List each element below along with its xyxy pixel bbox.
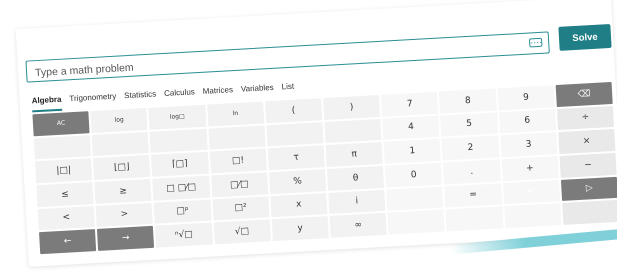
- key-4-8[interactable]: ↵: [502, 179, 560, 205]
- key-2-2[interactable]: ⌈□⌉: [151, 151, 209, 177]
- key-3-2[interactable]: □ □⁄□: [152, 175, 210, 201]
- key-3-4[interactable]: %: [268, 169, 327, 194]
- key-5-6[interactable]: [387, 209, 446, 235]
- key-0-0[interactable]: AC: [32, 111, 90, 136]
- key-3-8[interactable]: +: [501, 156, 559, 181]
- key-0-7[interactable]: 8: [439, 88, 497, 114]
- key-3-5[interactable]: θ: [326, 165, 385, 191]
- key-2-0[interactable]: |□|: [35, 158, 93, 184]
- key-2-8[interactable]: 3: [499, 132, 558, 158]
- key-1-8[interactable]: 6: [498, 108, 556, 134]
- key-0-8[interactable]: 9: [497, 85, 555, 111]
- key-4-4[interactable]: x: [270, 192, 328, 218]
- tab-algebra[interactable]: Algebra: [31, 94, 63, 113]
- tab-statistics[interactable]: Statistics: [124, 89, 157, 107]
- solve-button[interactable]: Solve: [558, 23, 612, 51]
- key-1-9[interactable]: ÷: [556, 105, 615, 131]
- key-4-7[interactable]: =: [444, 182, 502, 208]
- key-3-3[interactable]: □⁄□: [210, 172, 269, 198]
- key-3-6[interactable]: 0: [385, 162, 443, 188]
- key-2-7[interactable]: 2: [441, 135, 500, 161]
- math-keyboard-card: Solve Algebra Trigonometry Statistics Ca…: [15, 0, 617, 267]
- key-5-3[interactable]: √□: [213, 219, 271, 245]
- key-0-2[interactable]: log□: [148, 104, 206, 130]
- keyboard-icon[interactable]: [528, 37, 543, 48]
- key-1-0[interactable]: [33, 134, 92, 160]
- key-4-0[interactable]: <: [37, 205, 96, 231]
- key-2-3[interactable]: □!: [209, 148, 267, 174]
- math-problem-input[interactable]: [32, 36, 507, 83]
- key-4-1[interactable]: >: [95, 202, 154, 228]
- key-2-5[interactable]: π: [325, 142, 383, 168]
- keypad: AC log log□ ln() 7 8 9 ⌫ 4 5 6 ÷ |□| ⌊□⌋ ⌈□⌉ □! τ π 1 2 3 × ≤ ≥…: [32, 81, 617, 255]
- key-0-4[interactable]: (: [264, 98, 323, 123]
- key-2-1[interactable]: ⌊□⌋: [93, 155, 151, 180]
- key-2-4[interactable]: τ: [267, 145, 325, 171]
- math-input-field[interactable]: [25, 31, 550, 83]
- key-0-9[interactable]: ⌫: [555, 81, 613, 107]
- key-4-5[interactable]: i: [328, 189, 386, 215]
- key-1-1[interactable]: [91, 131, 150, 157]
- tab-list[interactable]: List: [281, 82, 294, 99]
- key-5-8[interactable]: [503, 203, 562, 229]
- key-2-9[interactable]: ×: [558, 129, 616, 155]
- key-1-2[interactable]: [149, 128, 208, 154]
- key-1-6[interactable]: 4: [382, 115, 440, 141]
- key-4-3[interactable]: □²: [212, 195, 270, 221]
- key-1-3[interactable]: [208, 125, 266, 150]
- key-5-2[interactable]: ⁿ√□: [155, 222, 213, 248]
- key-0-6[interactable]: 7: [381, 91, 439, 117]
- key-1-4[interactable]: [266, 121, 324, 147]
- key-4-9[interactable]: ▷: [560, 176, 617, 202]
- key-3-1[interactable]: ≥: [94, 178, 152, 204]
- key-5-4[interactable]: y: [271, 216, 329, 242]
- key-5-9[interactable]: [562, 200, 617, 225]
- tab-matrices[interactable]: Matrices: [202, 85, 233, 103]
- key-5-5[interactable]: ∞: [329, 213, 387, 238]
- key-5-7[interactable]: [445, 206, 504, 232]
- key-2-6[interactable]: 1: [383, 138, 442, 164]
- key-3-7[interactable]: .: [443, 159, 501, 185]
- key-5-1[interactable]: →: [97, 226, 155, 251]
- tab-calculus[interactable]: Calculus: [164, 87, 196, 105]
- key-3-0[interactable]: ≤: [36, 182, 94, 207]
- key-4-6[interactable]: [386, 186, 444, 212]
- key-5-0[interactable]: ←: [39, 229, 97, 255]
- tab-variables[interactable]: Variables: [241, 83, 275, 101]
- tab-trigonometry[interactable]: Trigonometry: [69, 92, 117, 111]
- key-4-2[interactable]: □ᵖ: [153, 199, 212, 225]
- key-0-3[interactable]: ln: [206, 101, 265, 127]
- key-1-7[interactable]: 5: [440, 112, 498, 137]
- key-0-1[interactable]: log: [90, 107, 148, 133]
- key-3-9[interactable]: −: [559, 152, 617, 178]
- key-0-5[interactable]: ): [322, 94, 381, 120]
- key-1-5[interactable]: [324, 118, 382, 144]
